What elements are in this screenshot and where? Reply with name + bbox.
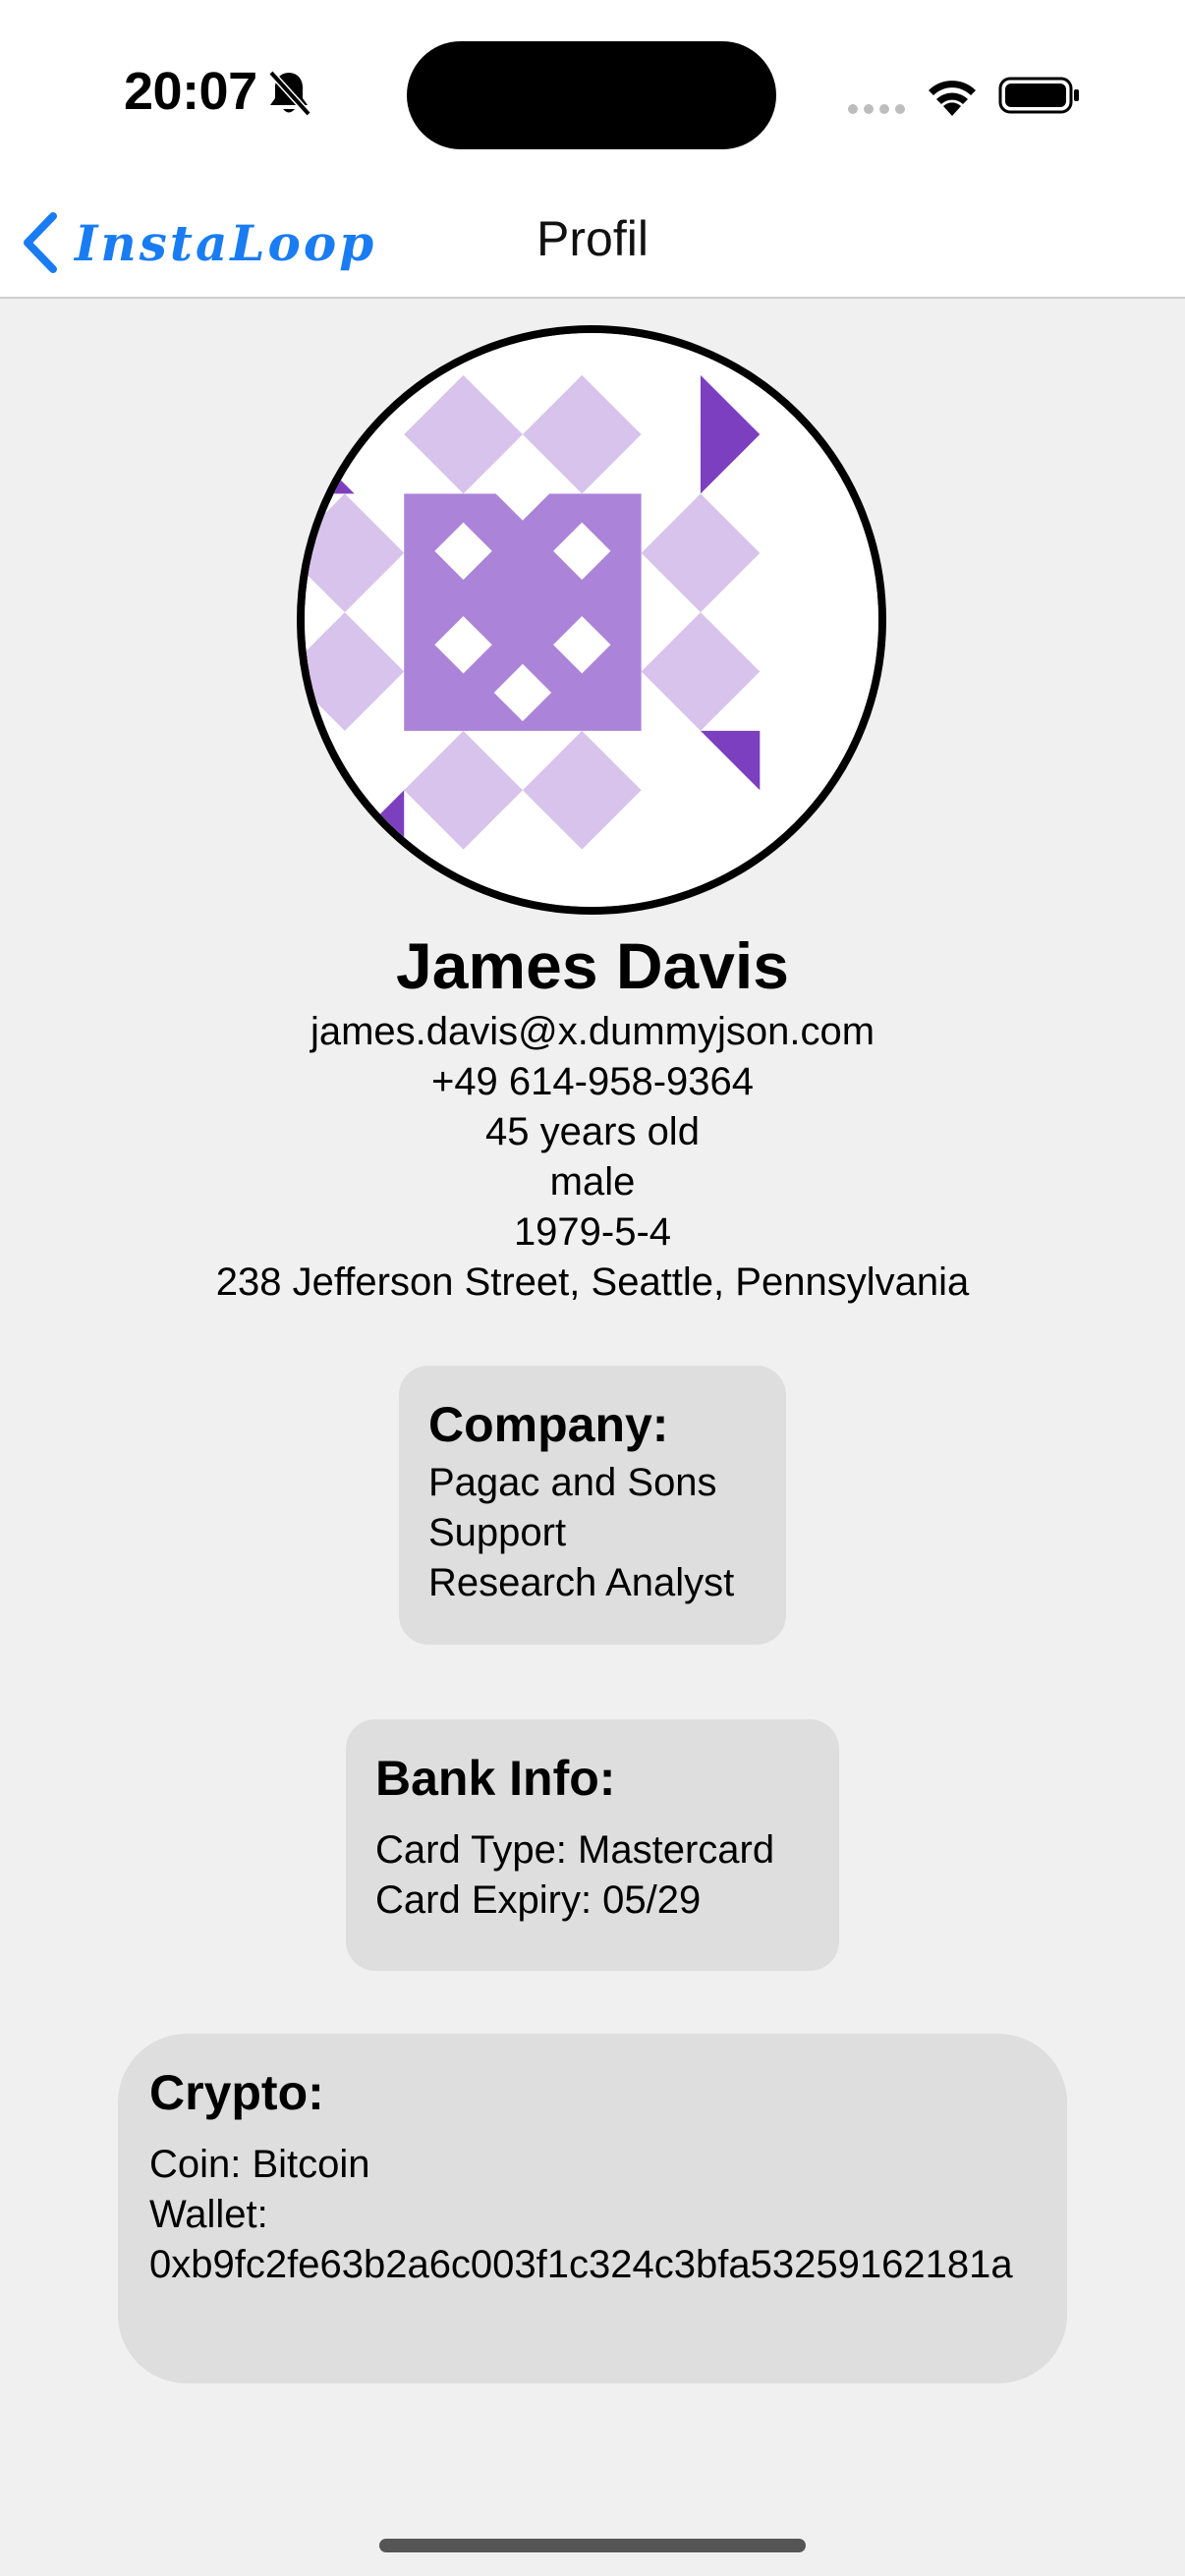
- status-bar: 20:07: [0, 0, 1185, 187]
- crypto-wallet-label: Wallet:: [149, 2193, 268, 2236]
- bank-card-expiry: Card Expiry: 05/29: [375, 1878, 702, 1922]
- home-indicator[interactable]: [379, 2539, 806, 2552]
- profile-gender: male: [549, 1160, 636, 1204]
- crypto-coin: Coin: Bitcoin: [149, 2143, 370, 2186]
- bank-card-type: Card Type: Mastercard: [375, 1828, 775, 1872]
- profile-age: 45 years old: [485, 1110, 700, 1153]
- profile-birth-date: 1979-5-4: [513, 1210, 672, 1254]
- crypto-title: Crypto:: [149, 2065, 324, 2120]
- profile-name: James Davis: [396, 929, 789, 1002]
- avatar: [297, 325, 886, 915]
- company-name: Pagac and Sons: [428, 1461, 717, 1504]
- dynamic-island: [407, 41, 776, 149]
- crypto-card: Crypto: Coin: Bitcoin Wallet: 0xb9fc2fe6…: [118, 2034, 1067, 2383]
- company-card: Company: Pagac and Sons Support Research…: [399, 1366, 786, 1645]
- navigation-bar: InstaLoop Profil: [0, 187, 1185, 299]
- company-title: Company:: [428, 1397, 669, 1452]
- bank-title: Bank Info:: [375, 1751, 616, 1806]
- status-time: 20:07: [124, 62, 257, 121]
- avatar-identicon-image: [305, 333, 878, 907]
- profile-phone: +49 614-958-9364: [430, 1060, 755, 1103]
- wifi-icon: [929, 81, 976, 116]
- bank-info-card: Bank Info: Card Type: Mastercard Card Ex…: [346, 1719, 839, 1971]
- page-title: Profil: [536, 211, 649, 266]
- cellular-signal-icon: [848, 104, 905, 114]
- company-role: Research Analyst: [428, 1561, 735, 1604]
- crypto-wallet-address: 0xb9fc2fe63b2a6c003f1c324c3bfa5325916218…: [149, 2243, 1013, 2286]
- profile-address: 238 Jefferson Street, Seattle, Pennsylva…: [215, 1260, 970, 1304]
- company-department: Support: [428, 1511, 567, 1554]
- battery-icon: [998, 77, 1079, 114]
- bell-slash-icon: [268, 70, 311, 117]
- profile-email: james.davis@x.dummyjson.com: [310, 1010, 875, 1053]
